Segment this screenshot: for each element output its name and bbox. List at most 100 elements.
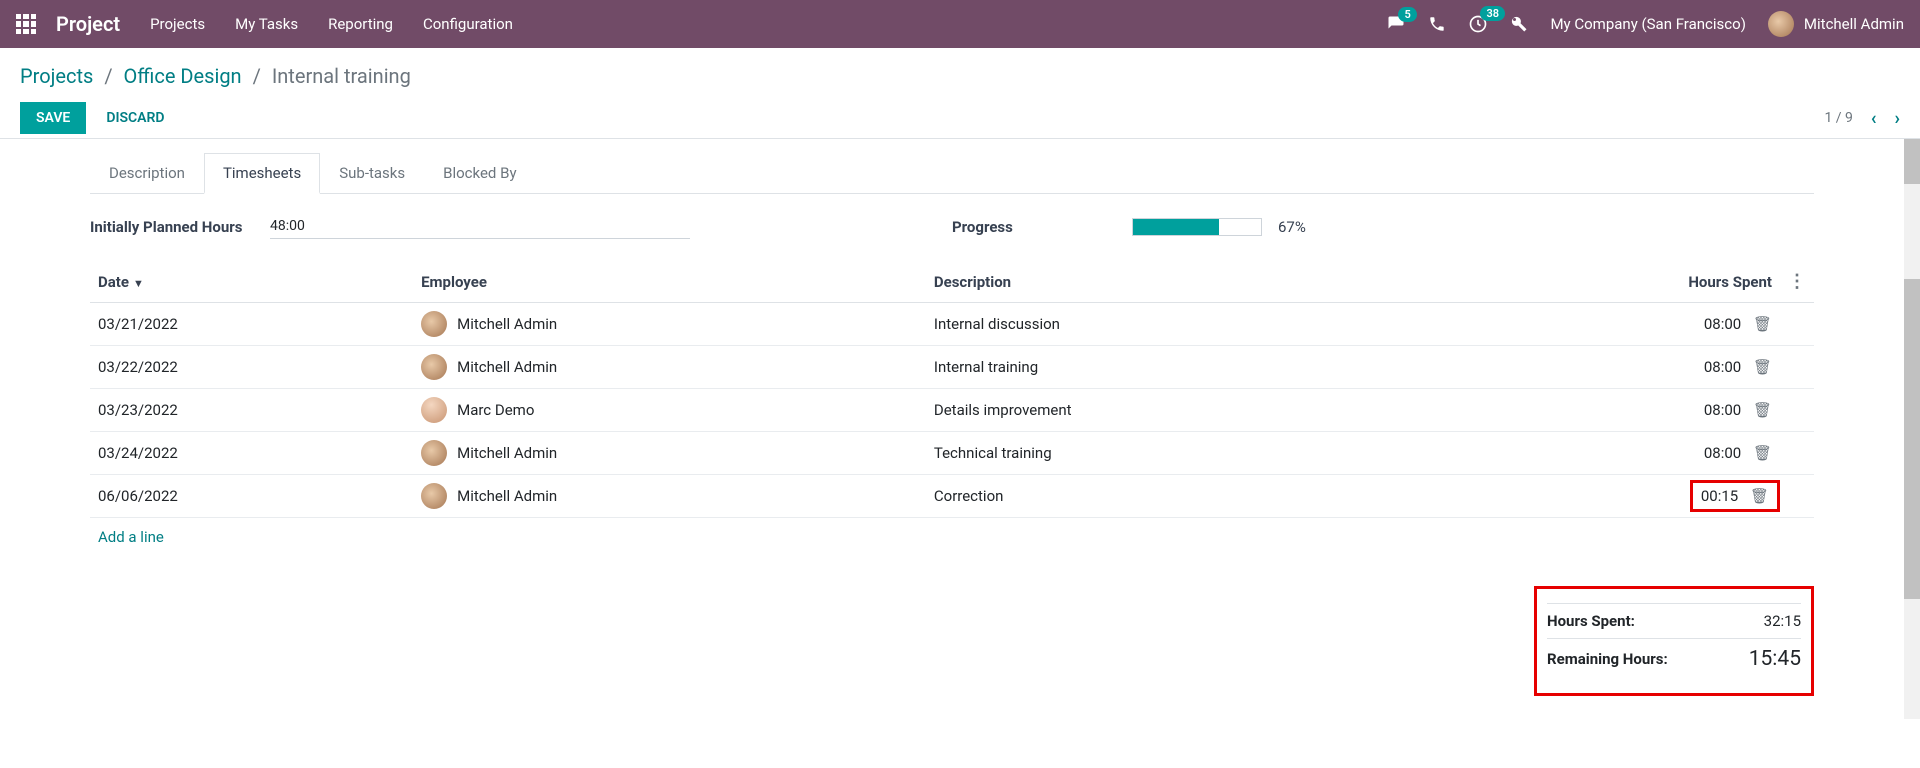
- nav-projects[interactable]: Projects: [150, 15, 205, 33]
- breadcrumb-projects[interactable]: Projects: [20, 64, 93, 88]
- planned-hours-field: Initially Planned Hours 48:00: [90, 214, 952, 239]
- planned-hours-label: Initially Planned Hours: [90, 218, 270, 236]
- employee-avatar: [421, 483, 447, 509]
- company-selector[interactable]: My Company (San Francisco): [1550, 15, 1745, 33]
- hours-spent-label: Hours Spent:: [1547, 612, 1635, 630]
- progress-percent: 67%: [1278, 218, 1306, 236]
- cell-hours[interactable]: 08:00 🗑: [1444, 346, 1780, 389]
- scrollbar-thumb[interactable]: [1904, 279, 1920, 599]
- table-row[interactable]: 06/06/2022 Mitchell Admin Correction00:15 …: [90, 475, 1814, 518]
- employee-name: Mitchell Admin: [457, 358, 557, 376]
- main-content: Description Timesheets Sub-tasks Blocked…: [0, 139, 1904, 719]
- phone-icon[interactable]: [1428, 15, 1446, 33]
- messages-icon[interactable]: 5: [1386, 15, 1406, 33]
- progress-bar: [1132, 218, 1262, 236]
- hours-spent-value: 32:15: [1764, 612, 1801, 630]
- planned-hours-value[interactable]: 48:00: [270, 214, 690, 239]
- delete-row-icon[interactable]: 🗑: [1753, 444, 1772, 462]
- cell-description[interactable]: Internal training: [926, 346, 1444, 389]
- action-row: SAVE DISCARD 1 / 9 ‹ ›: [20, 102, 1900, 134]
- tab-subtasks[interactable]: Sub-tasks: [320, 153, 424, 193]
- cell-employee[interactable]: Mitchell Admin: [413, 432, 926, 475]
- nav-my-tasks[interactable]: My Tasks: [235, 15, 298, 33]
- app-brand[interactable]: Project: [56, 12, 120, 36]
- delete-row-icon[interactable]: 🗑: [1753, 401, 1772, 419]
- action-bar: Projects / Office Design / Internal trai…: [0, 48, 1920, 139]
- cell-employee[interactable]: Mitchell Admin: [413, 346, 926, 389]
- user-menu[interactable]: Mitchell Admin: [1768, 11, 1904, 37]
- delete-row-icon[interactable]: 🗑: [1753, 358, 1772, 376]
- breadcrumb-task: Internal training: [272, 64, 411, 88]
- table-row[interactable]: 03/21/2022 Mitchell Admin Internal discuss…: [90, 303, 1814, 346]
- cell-hours[interactable]: 00:15 🗑: [1444, 475, 1780, 518]
- add-line-button[interactable]: Add a line: [90, 518, 172, 556]
- col-employee[interactable]: Employee: [413, 261, 926, 303]
- cell-date[interactable]: 03/23/2022: [90, 389, 413, 432]
- save-button[interactable]: SAVE: [20, 102, 86, 134]
- cell-description[interactable]: Details improvement: [926, 389, 1444, 432]
- nav-reporting[interactable]: Reporting: [328, 15, 393, 33]
- progress-fill: [1133, 219, 1219, 235]
- table-row[interactable]: 03/23/2022 Marc Demo Details improvement08…: [90, 389, 1814, 432]
- pager-next[interactable]: ›: [1895, 108, 1900, 129]
- apps-icon[interactable]: [16, 14, 36, 34]
- employee-name: Mitchell Admin: [457, 487, 557, 505]
- cell-employee[interactable]: Mitchell Admin: [413, 475, 926, 518]
- cell-date[interactable]: 06/06/2022: [90, 475, 413, 518]
- cell-description[interactable]: Technical training: [926, 432, 1444, 475]
- cell-hours[interactable]: 08:00 🗑: [1444, 389, 1780, 432]
- cell-date[interactable]: 03/21/2022: [90, 303, 413, 346]
- delete-row-icon[interactable]: 🗑: [1753, 315, 1772, 333]
- activities-icon[interactable]: 38: [1468, 14, 1488, 34]
- cell-hours[interactable]: 08:00 🗑: [1444, 432, 1780, 475]
- sort-indicator-icon: ▼: [133, 277, 144, 290]
- cell-employee[interactable]: Mitchell Admin: [413, 303, 926, 346]
- topbar: Project Projects My Tasks Reporting Conf…: [0, 0, 1920, 48]
- employee-avatar: [421, 440, 447, 466]
- tab-timesheets[interactable]: Timesheets: [204, 153, 320, 194]
- cell-description[interactable]: Internal discussion: [926, 303, 1444, 346]
- delete-row-icon[interactable]: 🗑: [1750, 487, 1769, 505]
- employee-name: Marc Demo: [457, 401, 534, 419]
- tab-description[interactable]: Description: [90, 153, 204, 193]
- remaining-hours-label: Remaining Hours:: [1547, 650, 1668, 668]
- breadcrumb: Projects / Office Design / Internal trai…: [20, 64, 1900, 88]
- nav-menu: Projects My Tasks Reporting Configuratio…: [150, 15, 513, 33]
- col-description[interactable]: Description: [926, 261, 1444, 303]
- user-name: Mitchell Admin: [1804, 15, 1904, 33]
- employee-name: Mitchell Admin: [457, 315, 557, 333]
- user-avatar: [1768, 11, 1794, 37]
- messages-badge: 5: [1398, 7, 1416, 22]
- cell-date[interactable]: 03/24/2022: [90, 432, 413, 475]
- pager-count: 1 / 9: [1824, 110, 1852, 126]
- column-options-icon[interactable]: ⋮: [1788, 271, 1806, 292]
- remaining-hours-value: 15:45: [1749, 647, 1801, 671]
- progress-label: Progress: [952, 218, 1132, 236]
- activities-badge: 38: [1480, 6, 1505, 21]
- breadcrumb-project[interactable]: Office Design: [124, 64, 242, 88]
- topbar-right: 5 38 My Company (San Francisco) Mitchell…: [1386, 11, 1904, 37]
- cell-hours[interactable]: 08:00 🗑: [1444, 303, 1780, 346]
- pager-prev[interactable]: ‹: [1871, 108, 1877, 129]
- form-row: Initially Planned Hours 48:00 Progress 6…: [90, 194, 1814, 251]
- progress-field: Progress 67%: [952, 218, 1814, 236]
- vertical-scrollbar[interactable]: [1904, 139, 1920, 719]
- scroll-up-icon[interactable]: [1904, 139, 1920, 184]
- pager: 1 / 9 ‹ ›: [1824, 108, 1900, 129]
- timesheet-table: Date▼ Employee Description Hours Spent ⋮…: [90, 261, 1814, 518]
- tabs: Description Timesheets Sub-tasks Blocked…: [90, 153, 1814, 194]
- cell-employee[interactable]: Marc Demo: [413, 389, 926, 432]
- totals-box: Hours Spent: 32:15 Remaining Hours: 15:4…: [1534, 586, 1814, 696]
- employee-avatar: [421, 311, 447, 337]
- employee-avatar: [421, 397, 447, 423]
- nav-configuration[interactable]: Configuration: [423, 15, 513, 33]
- col-date[interactable]: Date▼: [90, 261, 413, 303]
- tab-blocked-by[interactable]: Blocked By: [424, 153, 535, 193]
- table-row[interactable]: 03/24/2022Mitchell AdminTechnical traini…: [90, 432, 1814, 475]
- col-hours[interactable]: Hours Spent: [1444, 261, 1780, 303]
- table-row[interactable]: 03/22/2022 Mitchell Admin Internal trainin…: [90, 346, 1814, 389]
- cell-description[interactable]: Correction: [926, 475, 1444, 518]
- cell-date[interactable]: 03/22/2022: [90, 346, 413, 389]
- tools-icon[interactable]: [1510, 15, 1528, 33]
- discard-button[interactable]: DISCARD: [106, 110, 164, 126]
